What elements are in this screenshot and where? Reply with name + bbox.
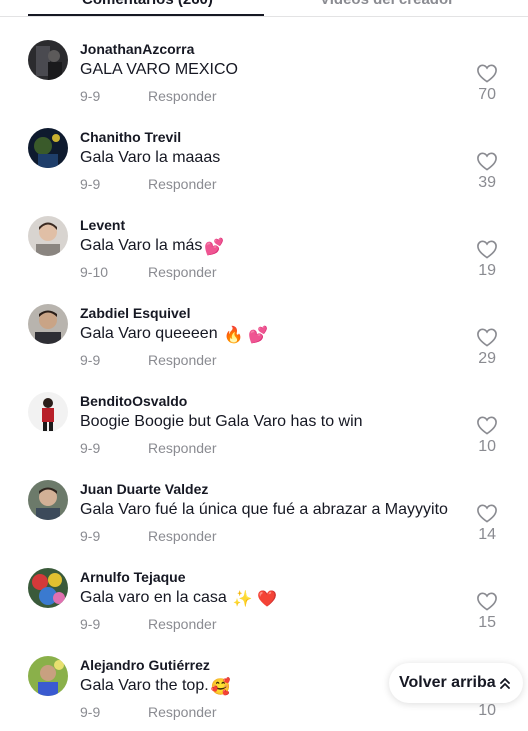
avatar[interactable] [28, 568, 68, 608]
comment-date: 9-10 [80, 264, 109, 280]
like-count: 15 [478, 614, 496, 631]
back-to-top-label: Volver arriba [399, 674, 496, 691]
reply-button[interactable]: Responder [148, 176, 217, 192]
comment-username[interactable]: BenditoOsvaldo [80, 393, 187, 409]
back-to-top-button[interactable]: Volver arriba [389, 663, 523, 703]
emoji-hearts-icon: 💕 [204, 239, 225, 256]
comment-date: 9-9 [80, 528, 101, 544]
reply-button[interactable]: Responder [148, 352, 217, 368]
reply-button[interactable]: Responder [148, 440, 217, 456]
active-tab-indicator [28, 14, 264, 16]
comment-item: Arnulfo Tejaque Gala varo en la casa ✨ ❤️… [0, 568, 528, 656]
comment-username[interactable]: Chanitho Trevil [80, 129, 181, 145]
avatar[interactable] [28, 480, 68, 520]
comment-username[interactable]: JonathanAzcorra [80, 41, 194, 57]
reply-button[interactable]: Responder [148, 528, 217, 544]
like-count: 14 [478, 526, 496, 543]
comment-text: GALA VARO MEXICO [80, 61, 238, 78]
heart-icon[interactable] [476, 591, 498, 611]
like-count: 10 [478, 702, 496, 719]
comment-date: 9-9 [80, 616, 101, 632]
comment-date: 9-9 [80, 440, 101, 456]
reply-button[interactable]: Responder [148, 264, 217, 280]
comment-text: Gala Varo queeeen 🔥 💕 [80, 325, 268, 344]
comment-username[interactable]: Zabdiel Esquivel [80, 305, 190, 321]
comment-item: BenditoOsvaldo Boogie Boogie but Gala Va… [0, 392, 528, 480]
comment-username[interactable]: Alejandro Gutiérrez [80, 657, 210, 673]
comment-username[interactable]: Juan Duarte Valdez [80, 481, 208, 497]
heart-icon[interactable] [476, 239, 498, 259]
heart-icon[interactable] [476, 327, 498, 347]
comment-item: JonathanAzcorra GALA VARO MEXICO 9-9 Res… [0, 40, 528, 128]
avatar[interactable] [28, 40, 68, 80]
emoji-smiling-hearts-icon: 🥰 [210, 679, 231, 696]
like-count: 29 [478, 350, 496, 367]
heart-icon[interactable] [476, 63, 498, 83]
tab-creator-videos[interactable]: Videos del creador [320, 0, 454, 8]
comment-text: Gala Varo fué la única que fué a abrazar… [80, 501, 448, 518]
emoji-sparkles-heart-icon: ✨ ❤️ [232, 591, 278, 608]
comment-text: Gala Varo la más 💕 [80, 237, 225, 256]
reply-button[interactable]: Responder [148, 704, 217, 720]
heart-icon[interactable] [476, 415, 498, 435]
comment-date: 9-9 [80, 176, 101, 192]
tab-comments[interactable]: Comentarios (260) [82, 0, 213, 8]
comment-item: Zabdiel Esquivel Gala Varo queeeen 🔥 💕 9-… [0, 304, 528, 392]
comment-date: 9-9 [80, 704, 101, 720]
avatar[interactable] [28, 216, 68, 256]
heart-icon[interactable] [476, 151, 498, 171]
like-count: 70 [478, 86, 496, 103]
comment-item: Levent Gala Varo la más 💕 9-10 Responder … [0, 216, 528, 304]
emoji-fire-hearts-icon: 🔥 💕 [223, 327, 268, 344]
like-count: 39 [478, 174, 496, 191]
reply-button[interactable]: Responder [148, 616, 217, 632]
reply-button[interactable]: Responder [148, 88, 217, 104]
comment-date: 9-9 [80, 88, 101, 104]
comment-text: Gala Varo la maaas [80, 149, 221, 166]
comment-text: Boogie Boogie but Gala Varo has to win [80, 413, 363, 430]
comment-username[interactable]: Levent [80, 217, 125, 233]
heart-icon[interactable] [476, 503, 498, 523]
comment-date: 9-9 [80, 352, 101, 368]
like-count: 10 [478, 438, 496, 455]
comment-text: Gala Varo the top. 🥰 [80, 677, 231, 696]
comment-username[interactable]: Arnulfo Tejaque [80, 569, 186, 585]
avatar[interactable] [28, 656, 68, 696]
avatar[interactable] [28, 304, 68, 344]
tab-bar: Comentarios (260) Videos del creador [0, 0, 528, 17]
comment-item: Chanitho Trevil Gala Varo la maaas 9-9 R… [0, 128, 528, 216]
comment-item: Juan Duarte Valdez Gala Varo fué la únic… [0, 480, 528, 568]
comment-text: Gala varo en la casa ✨ ❤️ [80, 589, 278, 608]
avatar[interactable] [28, 128, 68, 168]
avatar[interactable] [28, 392, 68, 432]
like-count: 19 [478, 262, 496, 279]
double-chevron-up-icon [500, 678, 510, 689]
